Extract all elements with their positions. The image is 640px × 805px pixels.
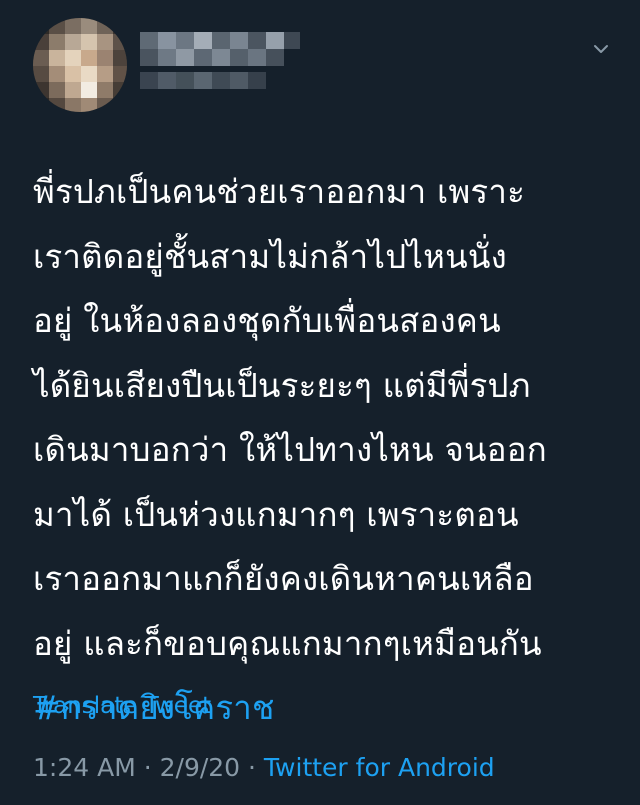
- tweet-text: พี่รปภเป็นคนช่วยเราออกมา เพราะ เราติดอยู…: [33, 160, 613, 741]
- meta-separator: ·: [135, 753, 160, 782]
- tweet-line: อยู่ ในห้องลองชุดกับเพื่อนสองคน: [33, 301, 501, 340]
- tweet-time[interactable]: 1:24 AM: [33, 753, 136, 782]
- tweet-line: อยู่ และก็ขอบคุณแกมากๆเหมือนกัน: [33, 623, 542, 663]
- tweet-metadata: 1:24 AM · 2/9/20 · Twitter for Android: [33, 753, 495, 782]
- author-name-blurred[interactable]: [140, 32, 310, 102]
- tweet-line: ได้ยินเสียงปืนเป็นระยะๆ แต่มีพี่รปภ: [33, 365, 531, 405]
- tweet-line: เราติดอยู่ชั้นสามไม่กล้าไปไหนนั่ง: [33, 236, 507, 276]
- chevron-down-icon[interactable]: [590, 38, 612, 60]
- tweet-line: เราออกมาแกก็ยังคงเดินหาคนเหลือ: [33, 559, 534, 598]
- avatar[interactable]: [33, 18, 127, 112]
- tweet-line: เดินมาบอกว่า ให้ไปทางไหน จนออก: [33, 430, 547, 469]
- tweet-header: [0, 0, 640, 150]
- translate-tweet-link[interactable]: Translate Tweet: [33, 693, 211, 719]
- tweet-line: พี่รปภเป็นคนช่วยเราออกมา เพราะ: [33, 172, 525, 211]
- tweet-source-link[interactable]: Twitter for Android: [264, 753, 495, 782]
- tweet-line: มาได้ เป็นห่วงแกมากๆ เพราะตอน: [33, 494, 519, 534]
- tweet-date[interactable]: 2/9/20: [160, 753, 240, 782]
- meta-separator: ·: [240, 753, 264, 782]
